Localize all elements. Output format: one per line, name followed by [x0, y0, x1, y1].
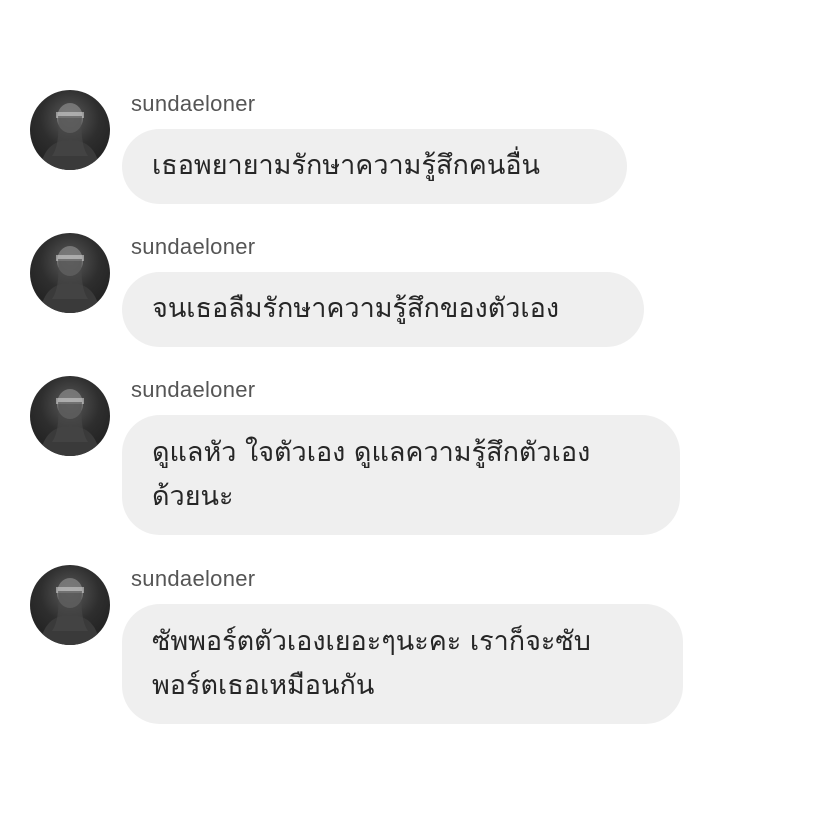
message-text: ซัพพอร์ตตัวเองเยอะๆนะคะ เราก็จะซับ พอร์ต…	[152, 626, 591, 701]
profile-photo-icon	[40, 389, 100, 456]
message-bubble[interactable]: ซัพพอร์ตตัวเองเยอะๆนะคะ เราก็จะซับ พอร์ต…	[122, 604, 683, 724]
message-bubble[interactable]: ดูแลหัว ใจตัวเอง ดูแลความรู้สึกตัวเอง ด้…	[122, 415, 680, 535]
message-text: ดูแลหัว ใจตัวเอง ดูแลความรู้สึกตัวเอง ด้…	[152, 437, 591, 512]
avatar[interactable]	[30, 233, 110, 313]
username[interactable]: sundaeloner	[131, 234, 255, 260]
username[interactable]: sundaeloner	[131, 91, 255, 117]
avatar[interactable]	[30, 376, 110, 456]
profile-photo-icon	[40, 578, 100, 645]
profile-photo-icon	[40, 103, 100, 170]
username[interactable]: sundaeloner	[131, 566, 255, 592]
message-bubble[interactable]: จนเธอลืมรักษาความรู้สึกของตัวเอง	[122, 272, 644, 347]
username[interactable]: sundaeloner	[131, 377, 255, 403]
avatar[interactable]	[30, 565, 110, 645]
message-text: จนเธอลืมรักษาความรู้สึกของตัวเอง	[152, 293, 560, 324]
avatar[interactable]	[30, 90, 110, 170]
message-text: เธอพยายามรักษาความรู้สึกคนอื่น	[152, 150, 540, 181]
profile-photo-icon	[40, 246, 100, 313]
message-bubble[interactable]: เธอพยายามรักษาความรู้สึกคนอื่น	[122, 129, 627, 204]
